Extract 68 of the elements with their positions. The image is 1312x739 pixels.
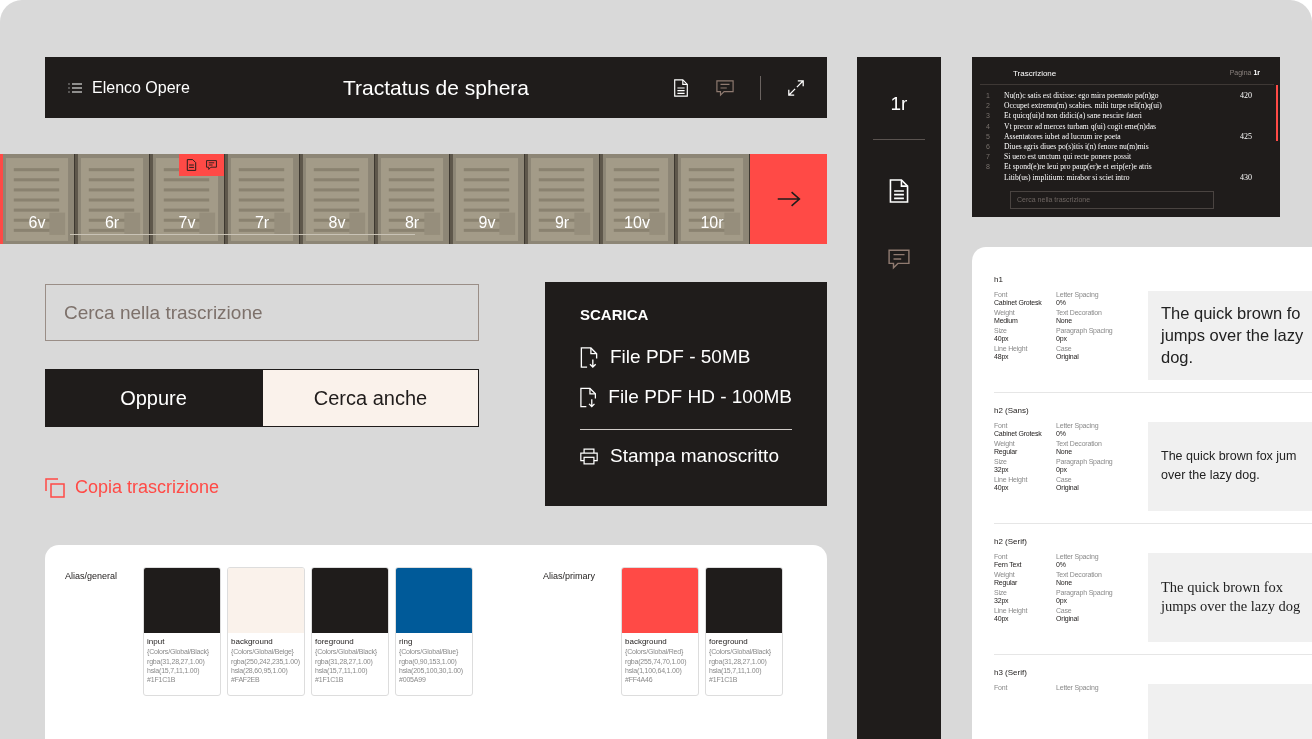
swatch-name: foreground (315, 637, 355, 646)
swatch-name: input (147, 637, 166, 646)
palette-title: Alias/general (65, 571, 119, 583)
page-thumbnail[interactable]: 9v (450, 154, 525, 244)
verse-number: 420 (1240, 91, 1252, 100)
page-label: 10r (700, 214, 724, 232)
copy-transcription-link[interactable]: Copia trascrizione (45, 477, 479, 498)
comment-icon (206, 159, 217, 171)
comment-icon[interactable] (716, 78, 734, 97)
page-label: 7v (178, 214, 196, 232)
file-download-icon (580, 386, 597, 408)
page-label: 9v (478, 214, 496, 232)
swatch-name: ring (399, 637, 414, 646)
page-label: 10v (624, 214, 650, 232)
preview-text: The quick brown fo (1161, 303, 1302, 325)
comment-icon[interactable] (888, 246, 910, 272)
style-name: h3 (Serif) (994, 667, 1028, 677)
page-label: 6v (28, 214, 46, 232)
preview-text: over the lazy dog. (1161, 467, 1261, 485)
document-icon[interactable] (888, 178, 910, 204)
page-thumbnail[interactable]: 10v (600, 154, 675, 244)
preview-text: jumps over the lazy dog (1161, 597, 1302, 617)
page-indicator: 1r (890, 93, 908, 115)
verse-number: 425 (1240, 131, 1252, 141)
preview-text: dog. (1161, 347, 1195, 369)
preview-text: The quick brown fox jum (1161, 448, 1298, 466)
page-thumbnail[interactable]: 6v (0, 154, 75, 244)
document-icon[interactable] (672, 78, 690, 97)
style-name: h1 (994, 274, 1004, 284)
page-label: 8v (328, 214, 346, 232)
page-thumbnail[interactable]: 6r (75, 154, 150, 244)
style-name: h2 (Serif) (994, 536, 1028, 546)
arrow-right-icon (775, 190, 802, 208)
preview-text: jumps over the lazy (1161, 325, 1305, 347)
swatch-name: foreground (709, 637, 749, 646)
scroll-bar[interactable] (70, 234, 415, 235)
preview-text: The quick brown fox (1161, 578, 1284, 598)
page-label: 9r (554, 214, 570, 232)
scroll-bar[interactable] (1276, 85, 1278, 141)
search-mode-tab[interactable]: Oppure (45, 369, 262, 427)
style-name: h2 (Sans) (994, 405, 1030, 415)
swatch-name: background (625, 637, 668, 646)
copy-icon (45, 477, 65, 498)
palette-title: Alias/primary (543, 571, 596, 583)
search-field[interactable]: Cerca nella trascrizione (45, 284, 479, 341)
page-thumbnail[interactable]: 8v (300, 154, 375, 244)
page-thumbnail[interactable]: 10r (675, 154, 750, 244)
printer-icon (580, 445, 598, 467)
page-thumbnail[interactable]: 8r (375, 154, 450, 244)
expand-icon[interactable] (787, 78, 805, 97)
works-list-link[interactable]: Elenco Opere (67, 78, 190, 97)
print-link[interactable]: Stampa manoscritto (580, 436, 792, 476)
page-label: 7r (254, 214, 270, 232)
download-link[interactable]: File PDF HD - 100MB (580, 377, 792, 417)
page-thumbnail[interactable]: 7r (225, 154, 300, 244)
page-label: 6r (104, 214, 120, 232)
page-thumbnail[interactable]: 7v (150, 154, 225, 244)
page-thumbnail[interactable]: 9r (525, 154, 600, 244)
panel-title: Trascrizione (1013, 69, 1057, 78)
file-download-icon (580, 346, 598, 368)
verse-number: 430 (1240, 172, 1252, 182)
download-link[interactable]: File PDF - 50MB (580, 337, 792, 377)
page-label: 8r (404, 214, 420, 232)
document-icon (186, 159, 197, 171)
search-mode-tab[interactable]: Cerca anche (262, 369, 479, 427)
download-heading: SCARICA (580, 306, 650, 323)
swatch-name: background (231, 637, 274, 646)
work-title: Tractatus de sphera (343, 75, 529, 100)
